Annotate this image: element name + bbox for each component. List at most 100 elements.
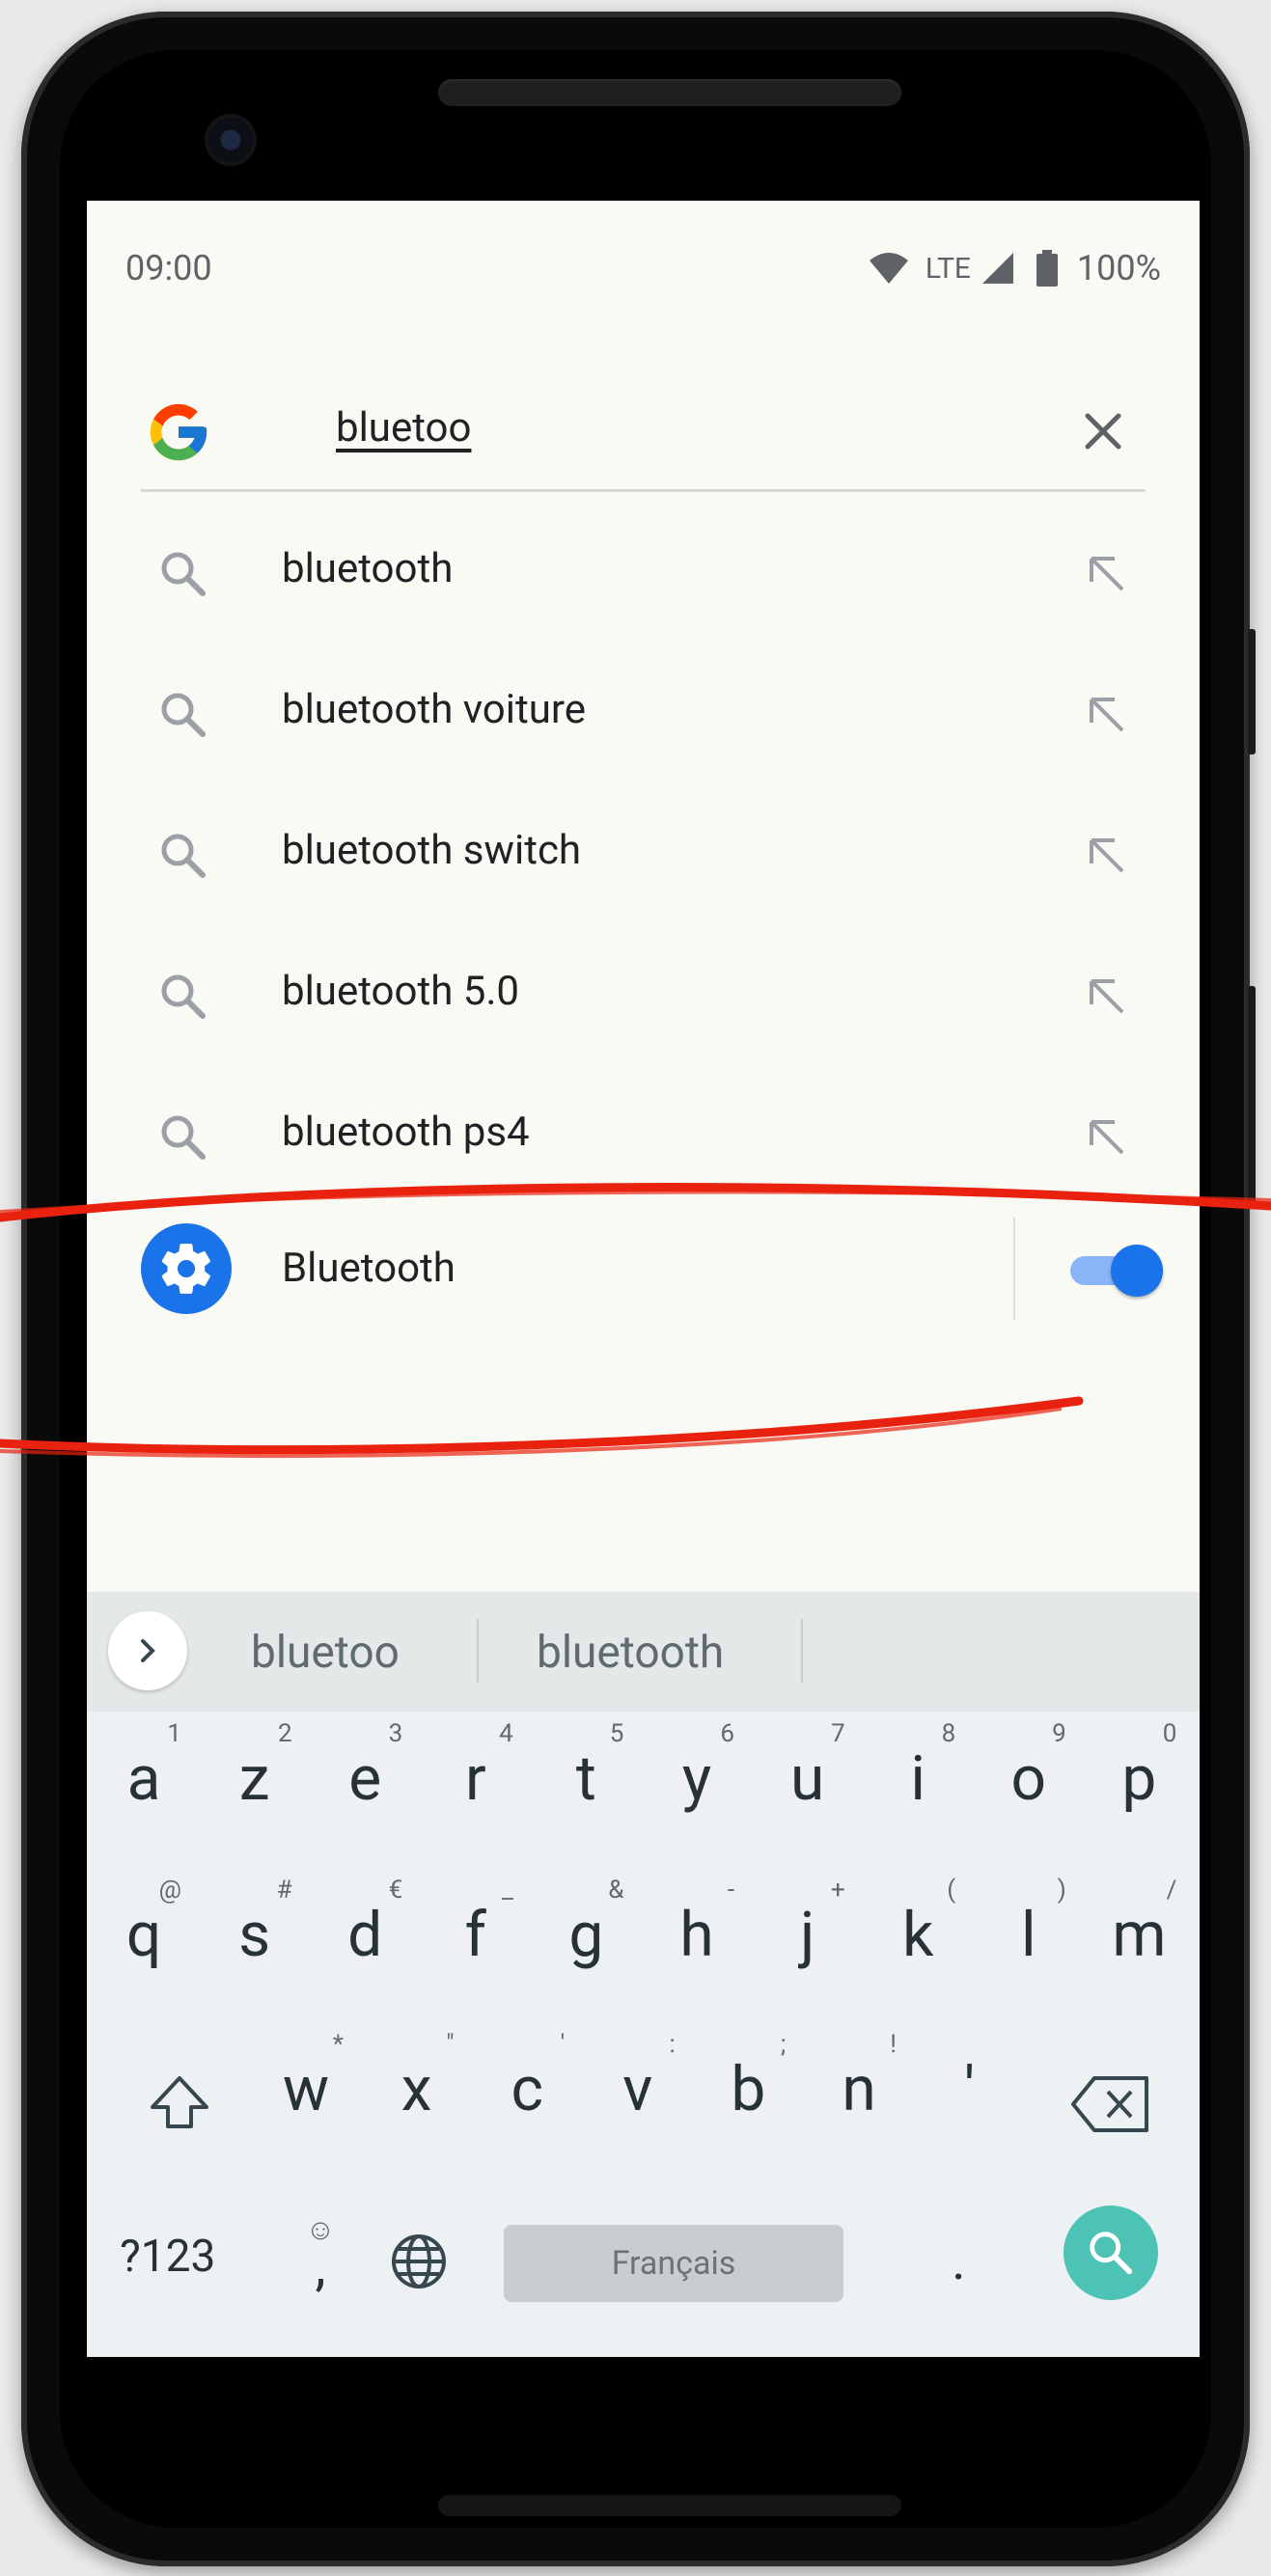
key-label: d [347, 1899, 383, 1971]
suggestion-item[interactable]: bluetooth ps4 [87, 1066, 1200, 1207]
key-hint: 4 [499, 1719, 513, 1748]
search-icon [1090, 2232, 1133, 2275]
key-q[interactable]: q @ [89, 1868, 199, 2013]
suggestion-item[interactable]: bluetooth voiture [87, 644, 1200, 784]
key-u[interactable]: u7 [753, 1712, 863, 1856]
key-c[interactable]: c ' [472, 2022, 582, 2167]
key-hint: 1 [167, 1719, 181, 1748]
key-g[interactable]: g & [531, 1868, 641, 2013]
keyboard-suggestion[interactable]: bluetooth [537, 1627, 724, 1679]
key-hint: ( [947, 1876, 956, 1905]
key-label: w [282, 2053, 330, 2125]
key-label: m [1112, 1899, 1167, 1971]
wifi-icon [869, 253, 908, 284]
key-label: f [464, 1899, 486, 1971]
search-icon [161, 1115, 206, 1160]
suggestion-item[interactable]: bluetooth switch [87, 784, 1200, 925]
bluetooth-toggle[interactable] [1066, 1243, 1163, 1297]
volume-button [1248, 629, 1256, 754]
suggestion-item[interactable]: bluetooth [87, 503, 1200, 644]
key-v[interactable]: v: [583, 2022, 693, 2167]
key-i[interactable]: i8 [863, 1712, 973, 1856]
bottom-speaker [438, 2495, 901, 2516]
insert-suggestion-arrow-icon[interactable] [1082, 690, 1130, 738]
suggestion-text: bluetooth ps4 [282, 1109, 530, 1156]
key-apostrophe[interactable]: ' [915, 2022, 1025, 2167]
key-s[interactable]: s # [200, 1868, 310, 2013]
symbols-key[interactable]: ?123 [120, 2231, 215, 2283]
globe-icon[interactable] [388, 2231, 450, 2292]
key-a[interactable]: a1 [89, 1712, 199, 1856]
insert-suggestion-arrow-icon[interactable] [1082, 972, 1130, 1020]
key-f[interactable]: f _ [421, 1868, 531, 2013]
search-icon [161, 974, 206, 1019]
key-t[interactable]: t5 [531, 1712, 641, 1856]
setting-label: Bluetooth [282, 1245, 456, 1292]
key-z[interactable]: z2 [200, 1712, 310, 1856]
key-label: e [348, 1742, 382, 1815]
screen: 09:00 LTE 100% bluetoo bluetooth bluetoo… [87, 201, 1200, 2357]
expand-toolbar-button[interactable] [108, 1611, 187, 1690]
shift-icon[interactable] [145, 2069, 214, 2138]
key-hint: 5 [609, 1719, 624, 1748]
comma-key[interactable]: ☺ , [291, 2213, 349, 2298]
key-o[interactable]: o9 [974, 1712, 1084, 1856]
key-label: j [799, 1899, 815, 1971]
key-hint: 9 [1052, 1719, 1066, 1748]
period-key[interactable]: . [952, 2229, 966, 2292]
search-icon [161, 552, 206, 596]
key-l[interactable]: l) [974, 1868, 1084, 2013]
key-hint: : [669, 2030, 676, 2059]
suggestion-text: bluetooth [282, 545, 454, 592]
key-r[interactable]: r4 [421, 1712, 531, 1856]
strip-divider [477, 1619, 479, 1683]
network-type: LTE [925, 251, 971, 286]
earpiece-speaker [438, 79, 901, 106]
search-key[interactable] [1064, 2206, 1158, 2300]
backspace-icon[interactable] [1069, 2072, 1152, 2136]
chevron-right-icon [141, 1639, 155, 1662]
space-bar[interactable]: Français [504, 2225, 843, 2302]
key-b[interactable]: b; [693, 2022, 803, 2167]
bluetooth-setting-row[interactable]: Bluetooth [87, 1196, 1200, 1341]
key-hint: @ [158, 1876, 181, 1905]
search-bar[interactable]: bluetoo [141, 377, 1146, 492]
key-d[interactable]: d € [310, 1868, 420, 2013]
toggle-thumb [1111, 1245, 1163, 1297]
key-hint: 8 [941, 1719, 956, 1748]
key-hint: # [276, 1876, 292, 1905]
comma-label: , [315, 2234, 326, 2298]
keyboard-suggestion[interactable]: bluetoo [251, 1627, 400, 1679]
key-w[interactable]: w * [251, 2022, 361, 2167]
key-j[interactable]: j + [753, 1868, 863, 2013]
key-e[interactable]: e3 [310, 1712, 420, 1856]
insert-suggestion-arrow-icon[interactable] [1082, 1112, 1130, 1161]
search-input[interactable]: bluetoo [336, 404, 471, 452]
key-hint: 3 [388, 1719, 403, 1748]
key-h[interactable]: h- [642, 1868, 752, 2013]
status-time: 09:00 [125, 248, 212, 288]
key-n[interactable]: n! [804, 2022, 914, 2167]
key-label: p [1121, 1742, 1157, 1815]
key-hint: € [388, 1876, 403, 1905]
suggestion-item[interactable]: bluetooth 5.0 [87, 925, 1200, 1066]
power-button [1248, 986, 1256, 1208]
key-label: v [622, 2053, 653, 2125]
key-label: c [511, 2053, 543, 2125]
key-hint: " [446, 2030, 455, 2059]
strip-divider [801, 1619, 803, 1683]
key-label: a [126, 1742, 161, 1815]
key-m[interactable]: m / [1084, 1868, 1194, 2013]
key-y[interactable]: y6 [642, 1712, 752, 1856]
insert-suggestion-arrow-icon[interactable] [1082, 831, 1130, 879]
gear-icon [161, 1244, 211, 1294]
insert-suggestion-arrow-icon[interactable] [1082, 549, 1130, 597]
close-icon[interactable] [1074, 402, 1132, 460]
key-p[interactable]: p0 [1084, 1712, 1194, 1856]
key-hint: ; [780, 2030, 787, 2059]
key-x[interactable]: x " [362, 2022, 472, 2167]
key-k[interactable]: k( [863, 1868, 973, 2013]
keyboard: a1z2e3r4t5y6u7i8o9p0 q @ s # d € f _ g & h - j + k(l) m… [87, 1712, 1200, 2357]
key-label: l [1021, 1899, 1036, 1971]
key-hint: / [1166, 1876, 1177, 1905]
